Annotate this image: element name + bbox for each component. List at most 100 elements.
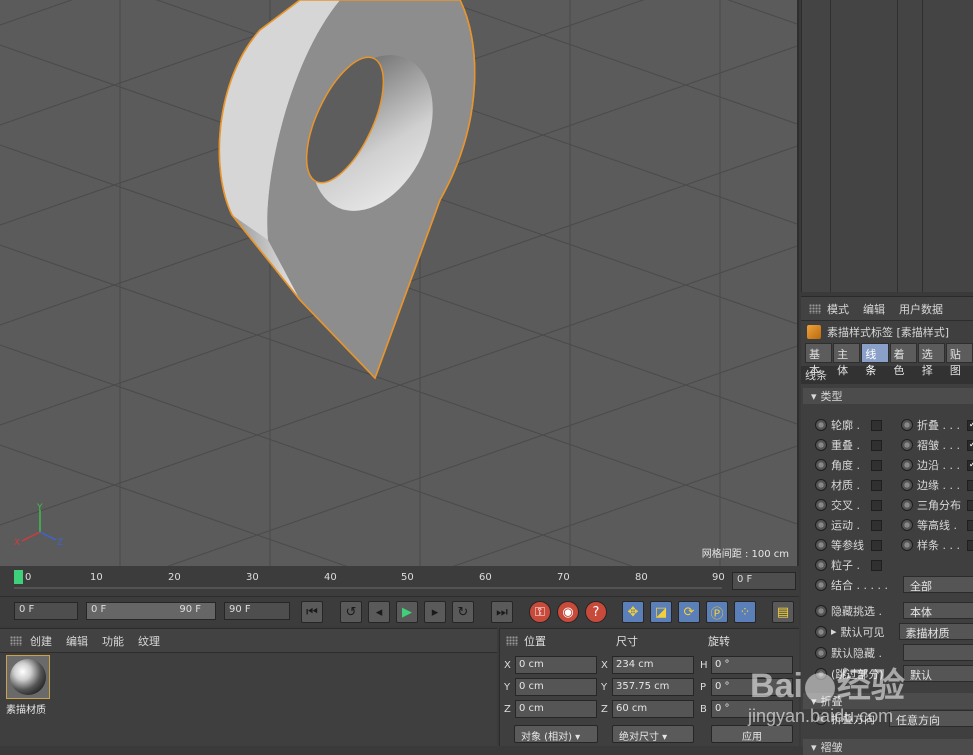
tab-selection[interactable]: 选择 <box>917 343 945 377</box>
option-overlap[interactable]: 重叠 . <box>815 437 882 453</box>
radio-icon <box>815 539 827 551</box>
position-x-field[interactable]: 0 cm <box>515 656 597 674</box>
default-hidden-field[interactable] <box>903 644 973 661</box>
frame-range-slider[interactable]: 0 F 90 F <box>86 602 216 620</box>
menu-user-data[interactable]: 用户数据 <box>899 301 943 317</box>
menu-edit[interactable]: 编辑 <box>66 633 88 649</box>
hide-filter-dropdown[interactable]: 本体 <box>903 602 973 619</box>
option-checkbox[interactable] <box>871 519 882 531</box>
rotate-key-icon[interactable]: ⟳ <box>678 601 700 623</box>
move-key-icon[interactable]: ✥ <box>622 601 644 623</box>
option-angle[interactable]: 角度 . <box>815 457 882 473</box>
option-checkbox[interactable] <box>871 439 882 451</box>
size-mode-dropdown[interactable]: 绝对尺寸 ▾ <box>612 725 694 743</box>
option-checkbox-checked[interactable]: ✓ <box>967 419 973 431</box>
subsection-type[interactable]: ▾ 类型 <box>803 388 973 404</box>
next-key-icon[interactable]: ↻ <box>452 601 474 623</box>
tab-shading[interactable]: 着色 <box>889 343 917 377</box>
menu-function[interactable]: 功能 <box>102 633 124 649</box>
tab-basic[interactable]: 基本 <box>805 343 833 377</box>
option-crease[interactable]: 褶皱 . . . ✓ <box>901 437 973 453</box>
option-checkbox[interactable] <box>967 539 973 551</box>
current-frame-field[interactable]: 0 F <box>14 602 78 620</box>
next-frame-icon[interactable]: ▸ <box>424 601 446 623</box>
option-edge[interactable]: 边缘 . . . <box>901 477 973 493</box>
point-level-icon[interactable]: ⁘ <box>734 601 756 623</box>
size-x-field[interactable]: 234 cm <box>612 656 694 674</box>
grip-icon[interactable] <box>506 636 518 646</box>
apply-button[interactable]: 应用 <box>711 725 793 743</box>
option-checkbox[interactable] <box>871 419 882 431</box>
size-z-field[interactable]: 60 cm <box>612 700 694 718</box>
option-checkbox[interactable] <box>967 519 973 531</box>
partial-dropdown[interactable]: 默认 <box>903 665 973 682</box>
fold-direction-dropdown[interactable]: 任意方向 <box>889 710 973 727</box>
menu-mode[interactable]: 模式 <box>827 301 849 317</box>
grip-icon[interactable] <box>809 304 821 314</box>
position-z-field[interactable]: 0 cm <box>515 700 597 718</box>
option-checkbox[interactable] <box>967 479 973 491</box>
option-triangle-dist[interactable]: 三角分布 <box>901 497 973 513</box>
object-manager[interactable] <box>801 0 973 292</box>
viewport-canvas[interactable]: Y X Z <box>0 0 799 566</box>
radio-icon <box>815 604 827 617</box>
radio-icon <box>815 439 827 451</box>
tab-lines[interactable]: 线条 <box>861 343 889 377</box>
prev-key-icon[interactable]: ↺ <box>340 601 362 623</box>
option-spline[interactable]: 样条 . . . <box>901 537 973 553</box>
menu-create[interactable]: 创建 <box>30 633 52 649</box>
option-contour[interactable]: 等高线 . <box>901 517 973 533</box>
film-icon[interactable]: ▤ <box>772 601 794 623</box>
option-material[interactable]: 材质 . <box>815 477 882 493</box>
subsection-crease[interactable]: ▾ 褶皱 <box>803 739 973 755</box>
option-fold[interactable]: 折叠 . . . ✓ <box>901 417 973 433</box>
option-checkbox-checked[interactable]: ✓ <box>967 439 973 451</box>
auto-key-icon[interactable]: ◉ <box>557 601 579 623</box>
rotation-p-field[interactable]: 0 ° <box>711 678 793 696</box>
record-key-icon[interactable]: ⚿ <box>529 601 551 623</box>
axis-label: X <box>601 660 608 671</box>
size-y-field[interactable]: 357.75 cm <box>612 678 694 696</box>
rotation-b-field[interactable]: 0 ° <box>711 700 793 718</box>
option-checkbox[interactable] <box>871 499 882 511</box>
object-mode-dropdown[interactable]: 对象 (相对) ▾ <box>514 725 598 743</box>
subsection-fold[interactable]: ▾ 折叠 <box>803 693 973 709</box>
radio-icon <box>901 479 913 491</box>
option-checkbox[interactable] <box>871 459 882 471</box>
go-to-start-icon[interactable]: ⏮ <box>301 601 323 623</box>
material-thumbnail[interactable] <box>6 655 50 699</box>
key-help-icon[interactable]: ? <box>585 601 607 623</box>
material-name[interactable]: 素描材质 <box>6 701 46 716</box>
param-key-icon[interactable]: Ⓟ <box>706 601 728 623</box>
option-checkbox[interactable] <box>967 499 973 511</box>
tab-mapping[interactable]: 贴图 <box>945 343 973 377</box>
playhead-marker <box>14 570 23 584</box>
option-outline[interactable]: 轮廓 . <box>815 417 882 433</box>
prev-frame-icon[interactable]: ◂ <box>368 601 390 623</box>
timeline[interactable]: 0 10 20 30 40 50 60 70 80 90 0 F <box>0 566 799 596</box>
scale-key-icon[interactable]: ◪ <box>650 601 672 623</box>
option-checkbox[interactable] <box>871 479 882 491</box>
3d-viewport[interactable]: Y X Z 网格间距 : 100 cm <box>0 0 799 566</box>
option-motion[interactable]: 运动 . <box>815 517 882 533</box>
timeline-ruler[interactable] <box>0 566 730 596</box>
option-isoparm[interactable]: 等参线 <box>815 537 882 553</box>
grip-icon[interactable] <box>10 636 22 646</box>
max-frame-field[interactable]: 90 F <box>224 602 290 620</box>
go-to-end-icon[interactable]: ⏭ <box>491 601 513 623</box>
combine-dropdown[interactable]: 全部 <box>903 576 973 593</box>
default-visible-field[interactable]: 素描材质 <box>898 623 973 640</box>
option-checkbox[interactable] <box>871 559 882 571</box>
play-icon[interactable]: ▶ <box>396 601 418 623</box>
rotation-h-field[interactable]: 0 ° <box>711 656 793 674</box>
tab-main[interactable]: 主体 <box>833 343 861 377</box>
timeline-end-field[interactable]: 0 F <box>732 572 796 590</box>
option-border[interactable]: 边沿 . . . ✓ <box>901 457 973 473</box>
option-particle[interactable]: 粒子 . <box>815 557 882 573</box>
option-checkbox-checked[interactable]: ✓ <box>967 459 973 471</box>
option-checkbox[interactable] <box>871 539 882 551</box>
position-y-field[interactable]: 0 cm <box>515 678 597 696</box>
option-intersection[interactable]: 交叉 . <box>815 497 882 513</box>
menu-texture[interactable]: 纹理 <box>138 633 160 649</box>
menu-edit[interactable]: 编辑 <box>863 301 885 317</box>
